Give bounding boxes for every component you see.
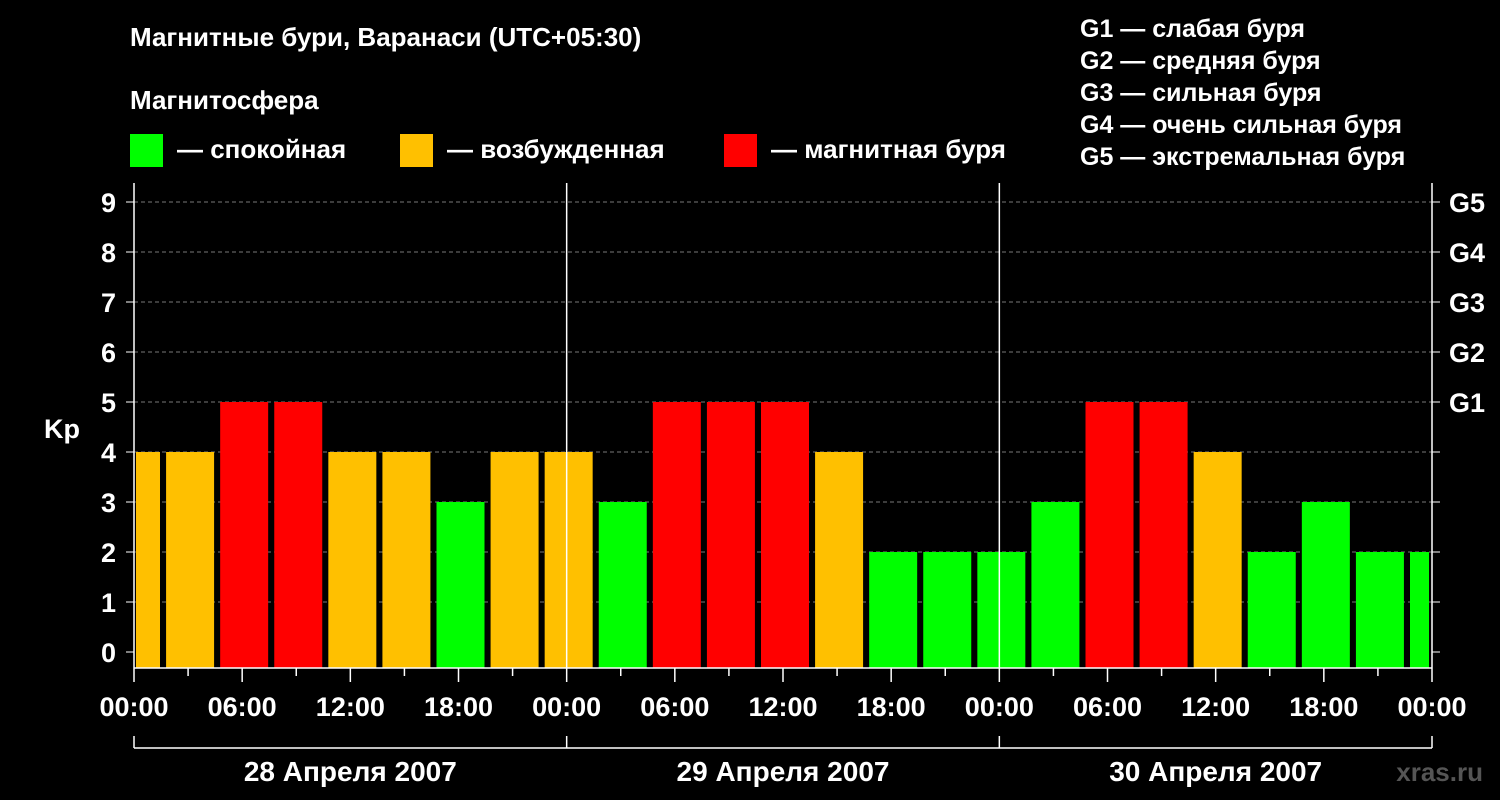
g-level-label: G4 — [1449, 238, 1485, 268]
x-tick-label: 12:00 — [1181, 692, 1250, 722]
y-tick-label: 5 — [101, 388, 116, 418]
kp-bar — [598, 502, 647, 668]
kp-bar — [761, 402, 809, 668]
y-tick-label: 7 — [101, 288, 116, 318]
kp-bar — [166, 452, 215, 668]
y-tick-label: 4 — [101, 438, 116, 468]
g-level-label: G1 — [1449, 388, 1485, 418]
y-tick-label: 8 — [101, 238, 116, 268]
x-tick-label: 00:00 — [99, 692, 168, 722]
kp-bar — [1139, 402, 1188, 668]
x-tick-label: 18:00 — [857, 692, 926, 722]
day-label: 30 Апреля 2007 — [1109, 756, 1322, 787]
kp-bar — [490, 452, 539, 668]
y-axis-label: Kp — [44, 414, 80, 444]
y-tick-label: 2 — [101, 538, 116, 568]
kp-bar — [1301, 502, 1350, 668]
x-tick-label: 00:00 — [1397, 692, 1466, 722]
kp-bar — [1031, 502, 1080, 668]
g-level-label: G2 — [1449, 338, 1485, 368]
kp-bar — [706, 402, 755, 668]
kp-bar — [382, 452, 431, 668]
x-tick-label: 06:00 — [208, 692, 277, 722]
y-tick-label: 9 — [101, 188, 116, 218]
bars-layer — [136, 402, 1429, 668]
kp-bar — [1410, 552, 1429, 668]
day-label: 28 Апреля 2007 — [244, 756, 457, 787]
kp-bar — [815, 452, 864, 668]
kp-bar — [436, 502, 485, 668]
kp-bar — [220, 402, 269, 668]
y-tick-label: 0 — [101, 638, 116, 668]
kp-bar — [1193, 452, 1242, 668]
x-tick-label: 18:00 — [424, 692, 493, 722]
kp-bar — [136, 452, 160, 668]
kp-bar — [923, 552, 972, 668]
g-level-label: G3 — [1449, 288, 1485, 318]
kp-bar — [869, 552, 918, 668]
x-tick-label: 12:00 — [748, 692, 817, 722]
kp-bar — [544, 452, 593, 668]
watermark: xras.ru — [1396, 757, 1483, 787]
kp-bar — [652, 402, 701, 668]
kp-bar — [1355, 552, 1404, 668]
g-level-label: G5 — [1449, 188, 1485, 218]
y-tick-label: 3 — [101, 488, 116, 518]
y-tick-label: 1 — [101, 588, 116, 618]
kp-bar — [977, 552, 1026, 668]
x-tick-label: 12:00 — [316, 692, 385, 722]
x-tick-label: 18:00 — [1289, 692, 1358, 722]
x-tick-label: 06:00 — [640, 692, 709, 722]
day-label: 29 Апреля 2007 — [677, 756, 890, 787]
kp-bar — [1247, 552, 1296, 668]
kp-bar — [328, 452, 377, 668]
x-tick-label: 06:00 — [1073, 692, 1142, 722]
y-tick-label: 6 — [101, 338, 116, 368]
kp-chart: 0 1 2 3 4 5 6 7 8 9 G1 G2 G3 G4 G5 00:00 06:00 12:00 18:00… — [44, 183, 1485, 787]
x-tick-label: 00:00 — [532, 692, 601, 722]
kp-bar — [1085, 402, 1134, 668]
x-tick-label: 00:00 — [965, 692, 1034, 722]
kp-bar — [274, 402, 323, 668]
